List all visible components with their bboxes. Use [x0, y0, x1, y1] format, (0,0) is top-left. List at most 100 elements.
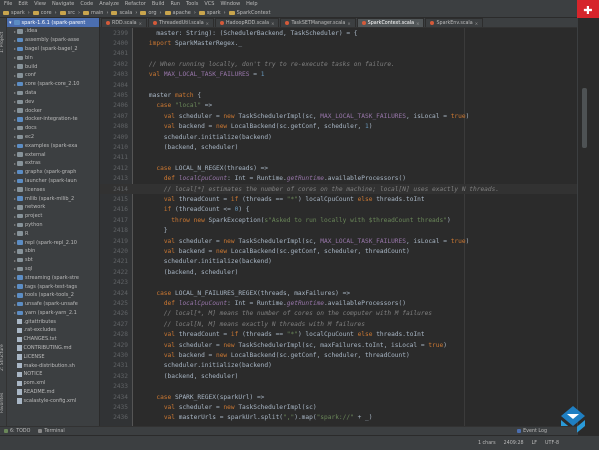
close-icon[interactable]: × [347, 21, 350, 26]
tree-item[interactable]: ▸ project [7, 212, 99, 221]
menu-item-window[interactable]: Window [220, 1, 240, 7]
tree-item-label: R [25, 230, 29, 237]
tree-item[interactable]: ▸ tags (spark-test-tags [7, 282, 99, 291]
tree-item[interactable]: ▸ mllib (spark-mllib_2 [7, 194, 99, 203]
breadcrumb-item[interactable]: core [32, 10, 52, 16]
code-line: 2408 val backend = new LocalBackend(sc.g… [100, 122, 577, 132]
tree-item[interactable]: ▸ sql [7, 265, 99, 274]
breadcrumb-item[interactable]: scala [111, 10, 132, 16]
tree-item[interactable]: ▸ examples (spark-exa [7, 141, 99, 150]
tab-sparkcontext-scala[interactable]: SparkContext.scala × [356, 18, 425, 27]
tree-item[interactable]: ▸ data [7, 89, 99, 98]
status-caret-position[interactable]: 2409:28 [504, 441, 524, 446]
tree-item[interactable]: ▸ sbin [7, 247, 99, 256]
tool-terminal[interactable]: Terminal [38, 429, 65, 434]
breadcrumb-item[interactable]: org [140, 10, 157, 16]
tree-item[interactable]: ▸ repl (spark-repl_2.10 [7, 238, 99, 247]
folder-icon [17, 231, 23, 236]
tree-item[interactable]: ▸ ec2 [7, 133, 99, 142]
tree-item[interactable]: ▸ build [7, 62, 99, 71]
project-root[interactable]: ▾ spark-1.6.1 (spark-parent [7, 18, 99, 27]
tool-tab-favorites[interactable]: Favorites [0, 383, 7, 423]
tree-item[interactable]: pom.xml [7, 379, 99, 388]
tree-item[interactable]: ▸ network [7, 203, 99, 212]
breadcrumb-item[interactable]: spark [3, 10, 25, 16]
tree-item[interactable]: ▸ extras [7, 159, 99, 168]
close-icon[interactable]: × [206, 21, 209, 26]
menu-item-file[interactable]: File [4, 1, 12, 7]
tree-item[interactable]: ▸ bin [7, 53, 99, 62]
tab-rdd-scala[interactable]: RDD.scala × [101, 18, 147, 27]
tree-item[interactable]: CONTRIBUTING.md [7, 344, 99, 353]
tree-item[interactable]: make-distribution.sh [7, 361, 99, 370]
tool-todo[interactable]: 6: TODO [4, 429, 30, 434]
tab-sparkenv-scala[interactable]: SparkEnv.scala × [425, 18, 484, 27]
module-folder-icon [17, 81, 23, 87]
line-number: 2426 [113, 310, 128, 318]
tree-item[interactable]: ▸ streaming (spark-stre [7, 273, 99, 282]
close-icon[interactable]: × [139, 21, 142, 26]
tool-event-log[interactable]: Event Log [517, 429, 547, 434]
tree-item[interactable]: ▸ unsafe (spark-unsafe [7, 300, 99, 309]
tree-item[interactable]: .rat-excludes [7, 326, 99, 335]
line-number: 2419 [113, 237, 128, 245]
module-folder-icon [17, 169, 23, 175]
status-encoding[interactable]: UTF-8 [545, 441, 559, 446]
breadcrumb-item[interactable]: src [59, 10, 75, 16]
tree-item[interactable]: LICENSE [7, 352, 99, 361]
tree-item[interactable]: ▸ .idea [7, 27, 99, 36]
menu-item-view[interactable]: View [34, 1, 46, 7]
tree-item[interactable]: ▸ external [7, 150, 99, 159]
tree-item[interactable]: CHANGES.txt [7, 335, 99, 344]
close-icon[interactable]: × [416, 21, 419, 26]
tab-label: SparkContext.scala [367, 20, 415, 26]
menu-item-build[interactable]: Build [152, 1, 165, 7]
tree-item[interactable]: ▸ yarn (spark-yarn_2.1 [7, 309, 99, 318]
code-editor[interactable]: 2399 master: String): (SchedulerBackend,… [100, 28, 577, 426]
status-line-separator[interactable]: LF [532, 441, 537, 446]
tree-item[interactable]: ▸ docker-integration-te [7, 115, 99, 124]
menu-item-edit[interactable]: Edit [18, 1, 28, 7]
tab-threadedutil-scala[interactable]: ThreadedUtil.scala × [147, 18, 215, 27]
menu-item-vcs[interactable]: VCS [204, 1, 214, 7]
tree-item[interactable]: .gitattributes [7, 317, 99, 326]
tab-hadooprdd-scala[interactable]: HadoopRDD.scala × [215, 18, 280, 27]
menu-item-analyze[interactable]: Analyze [99, 1, 119, 7]
breadcrumb-item[interactable]: spark [198, 10, 221, 16]
editor-scrollbar[interactable] [577, 18, 599, 435]
tree-item[interactable]: ▸ graphx (spark-graph [7, 168, 99, 177]
menu-item-refactor[interactable]: Refactor [125, 1, 146, 7]
tool-tab-structure[interactable]: 2: Structure [0, 338, 7, 378]
tree-item[interactable]: ▸ R [7, 229, 99, 238]
tree-item[interactable]: NOTICE [7, 370, 99, 379]
tree-item[interactable]: ▸ bagel (spark-bagel_2 [7, 45, 99, 54]
tree-item[interactable]: ▸ core (spark-core_2.10 [7, 80, 99, 89]
close-icon[interactable]: × [271, 21, 274, 26]
breadcrumb-item[interactable]: main [82, 10, 103, 16]
menu-item-navigate[interactable]: Navigate [52, 1, 74, 7]
scroll-thumb[interactable] [582, 88, 587, 148]
menu-item-code[interactable]: Code [80, 1, 93, 7]
menu-item-run[interactable]: Run [170, 1, 180, 7]
tree-item[interactable]: scalastyle-config.xml [7, 396, 99, 405]
tree-item[interactable]: ▸ conf [7, 71, 99, 80]
menu-item-help[interactable]: Help [246, 1, 257, 7]
tree-item[interactable]: README.md [7, 388, 99, 397]
tree-item[interactable]: ▸ launcher (spark-laun [7, 177, 99, 186]
tool-tab-project[interactable]: 1: Project [0, 22, 7, 62]
breadcrumb-item[interactable]: apache [164, 10, 191, 16]
menu-item-tools[interactable]: Tools [186, 1, 198, 7]
chevron-down-icon: ▾ [9, 19, 12, 26]
close-icon[interactable]: × [475, 21, 478, 26]
tab-tasksetmanager-scala[interactable]: TaskSETManager.scala × [280, 18, 356, 27]
tree-item[interactable]: ▸ docs [7, 124, 99, 133]
tree-item[interactable]: ▸ sbt [7, 256, 99, 265]
code-text: } [134, 227, 168, 235]
tree-item[interactable]: ▸ licenses [7, 185, 99, 194]
breadcrumb-item[interactable]: SparkContext [228, 10, 271, 16]
tree-item[interactable]: ▸ python [7, 221, 99, 230]
tree-item[interactable]: ▸ dev [7, 97, 99, 106]
tree-item[interactable]: ▸ tools (spark-tools_2 [7, 291, 99, 300]
tree-item[interactable]: ▸ docker [7, 106, 99, 115]
tree-item[interactable]: ▸ assembly (spark-asse [7, 36, 99, 45]
